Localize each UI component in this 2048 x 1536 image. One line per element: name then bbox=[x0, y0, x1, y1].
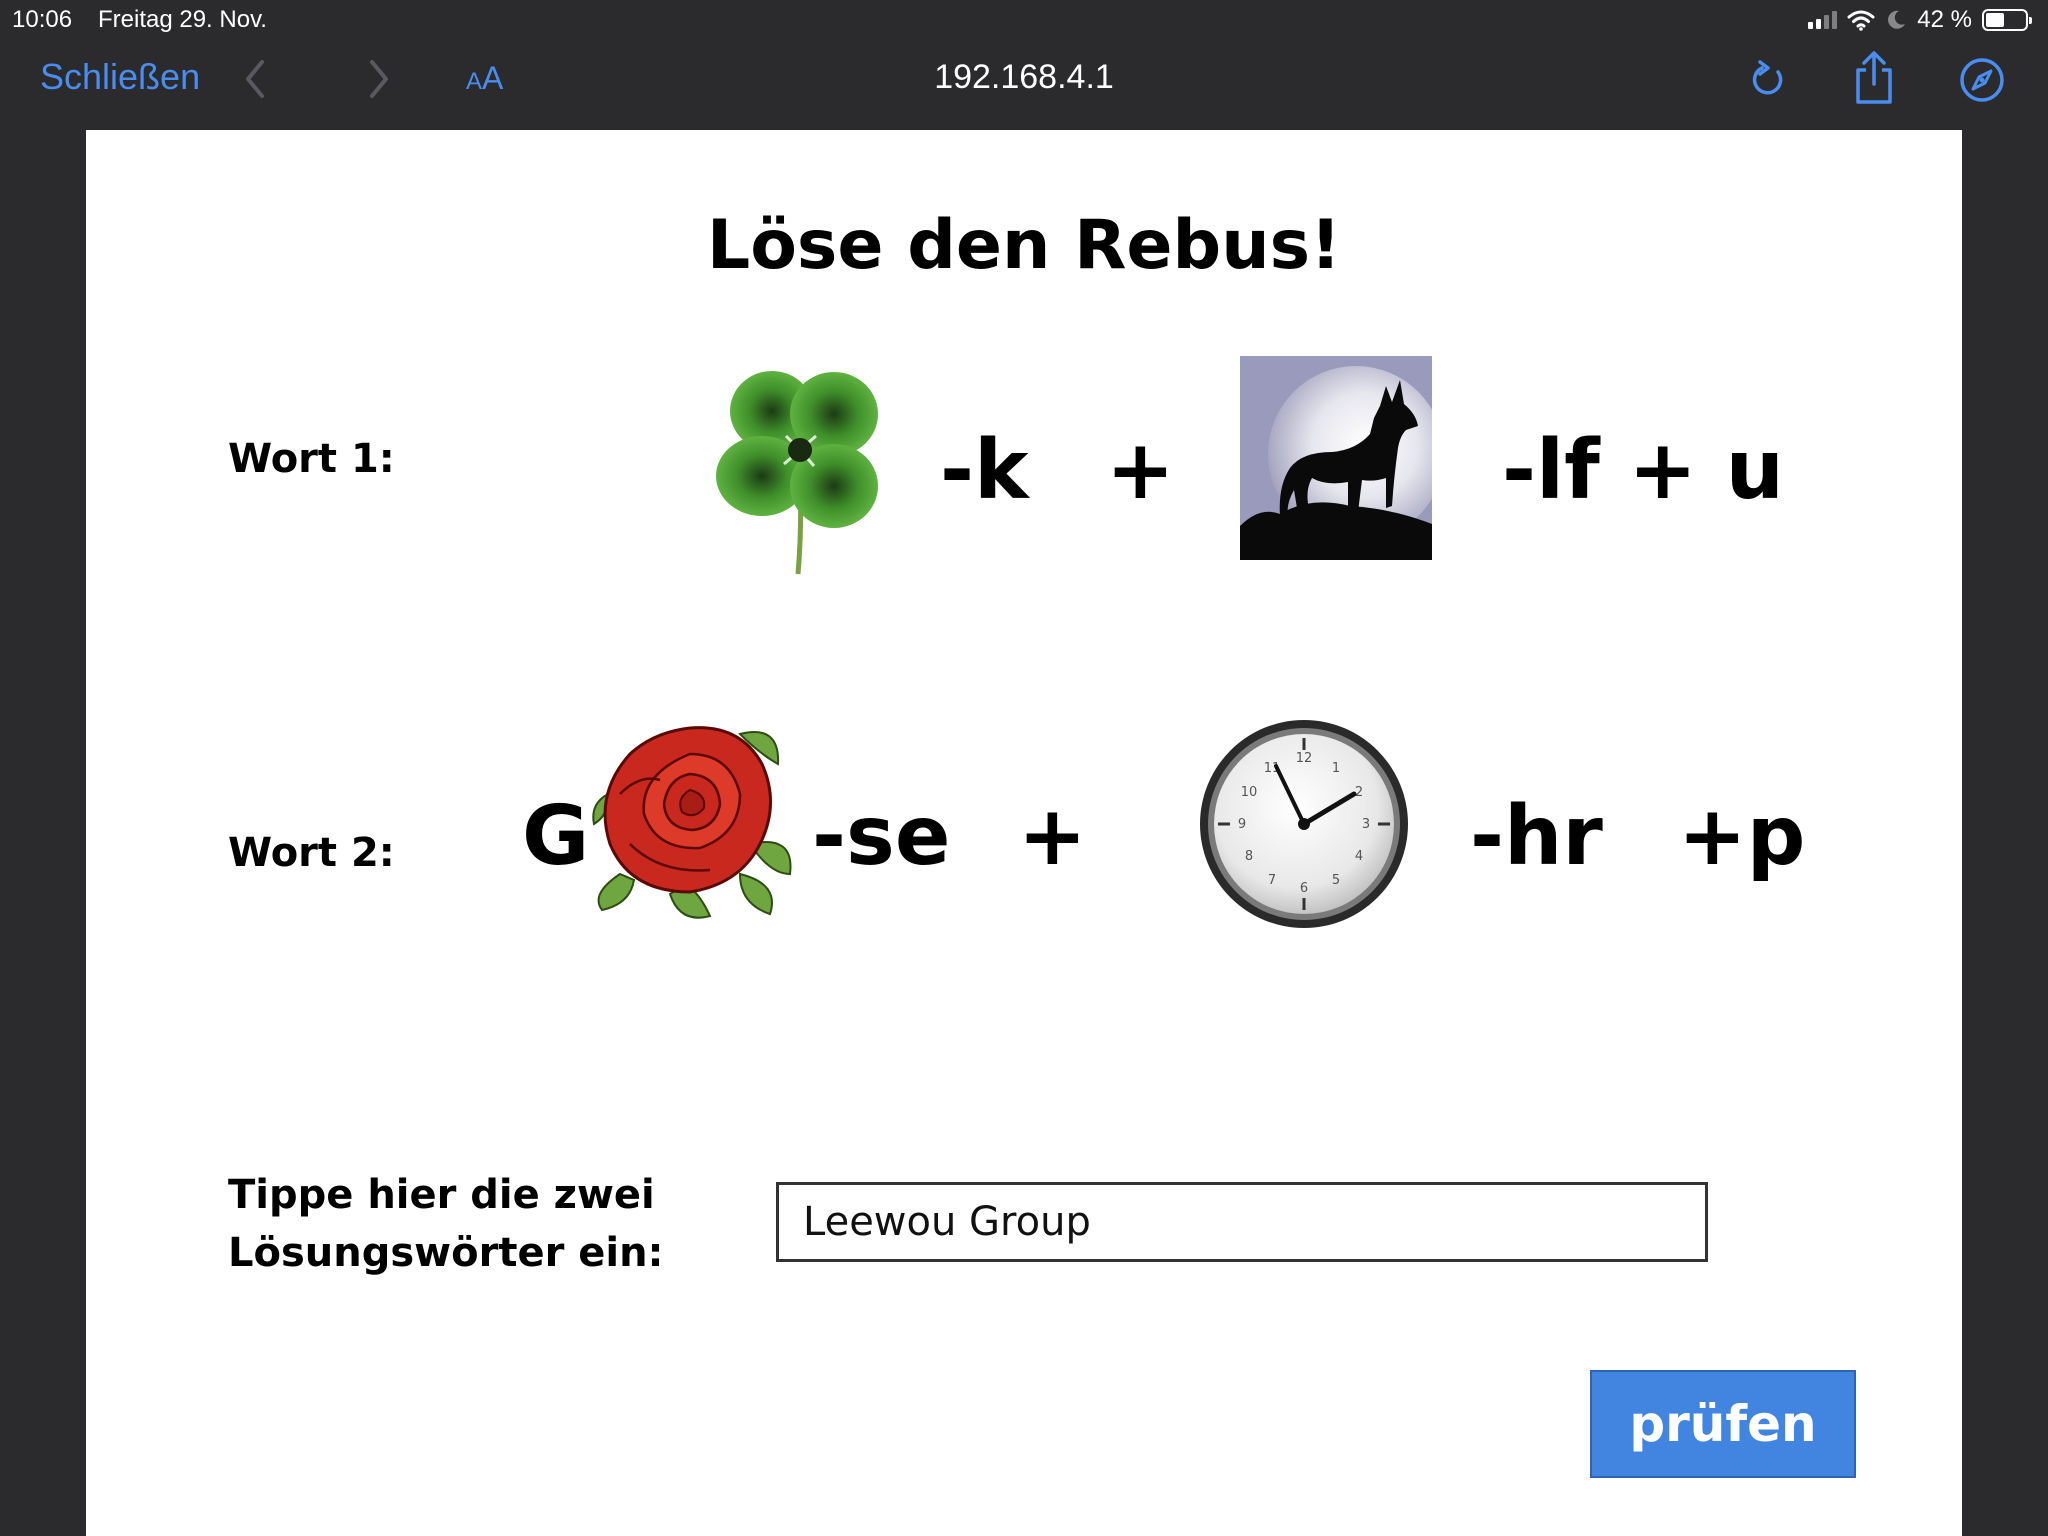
word2-plus: + bbox=[1018, 789, 1087, 884]
share-icon[interactable] bbox=[1852, 50, 1896, 106]
word2-label: Wort 2: bbox=[228, 830, 395, 876]
status-time: 10:06 bbox=[12, 6, 73, 33]
word2-suffix: +p bbox=[1678, 789, 1806, 884]
moon-icon bbox=[1888, 10, 1906, 29]
browser-toolbar: Schließen AA 192.168.4.1 bbox=[0, 40, 2048, 128]
web-page: Löse den Rebus! Wort 1: -k + -lf + u Wor… bbox=[86, 130, 1962, 1536]
answer-label-line1: Tippe hier die zwei bbox=[228, 1172, 655, 1218]
word2-minus-se: -se bbox=[812, 789, 951, 884]
svg-text:10: 10 bbox=[1241, 785, 1258, 800]
answer-label: Tippe hier die zwei Lösungswörter ein: bbox=[228, 1166, 664, 1282]
svg-text:6: 6 bbox=[1300, 881, 1308, 896]
answer-input[interactable] bbox=[776, 1182, 1708, 1262]
battery-percent: 42 % bbox=[1917, 6, 1972, 33]
wall-clock-icon: 1212 345 678 91011 bbox=[1200, 720, 1408, 928]
reload-icon[interactable] bbox=[1748, 58, 1788, 102]
word1-plus: + bbox=[1106, 423, 1175, 518]
cellular-signal-icon bbox=[1808, 11, 1838, 29]
rose-icon bbox=[592, 726, 792, 919]
svg-text:4: 4 bbox=[1355, 849, 1363, 864]
svg-text:9: 9 bbox=[1238, 817, 1246, 832]
svg-text:8: 8 bbox=[1245, 849, 1253, 864]
word1-minus-k: -k bbox=[940, 423, 1029, 518]
svg-text:2: 2 bbox=[1355, 785, 1363, 800]
status-date: Freitag 29. Nov. bbox=[98, 6, 267, 33]
status-bar: 10:06 Freitag 29. Nov. 42 % bbox=[0, 0, 2048, 40]
wifi-icon bbox=[1847, 10, 1875, 31]
svg-text:12: 12 bbox=[1296, 751, 1313, 766]
svg-text:1: 1 bbox=[1332, 761, 1340, 776]
svg-text:7: 7 bbox=[1268, 873, 1276, 888]
status-indicators: 42 % bbox=[1808, 6, 2032, 34]
battery-icon bbox=[1982, 9, 2032, 31]
word1-label: Wort 1: bbox=[228, 436, 395, 482]
compass-icon[interactable] bbox=[1958, 56, 2006, 104]
check-button[interactable]: prüfen bbox=[1590, 1370, 1856, 1478]
page-title: Löse den Rebus! bbox=[706, 206, 1342, 285]
four-leaf-clover-icon bbox=[716, 371, 878, 575]
word2-minus-hr: -hr bbox=[1470, 789, 1603, 884]
answer-label-line2: Lösungswörter ein: bbox=[228, 1230, 664, 1276]
howling-wolf-icon bbox=[1240, 356, 1432, 560]
address-bar[interactable]: 192.168.4.1 bbox=[0, 58, 2048, 97]
svg-text:3: 3 bbox=[1362, 817, 1370, 832]
svg-text:5: 5 bbox=[1332, 873, 1340, 888]
word1-suffix: -lf + u bbox=[1502, 423, 1784, 518]
word2-prefix-g: G bbox=[522, 789, 590, 884]
